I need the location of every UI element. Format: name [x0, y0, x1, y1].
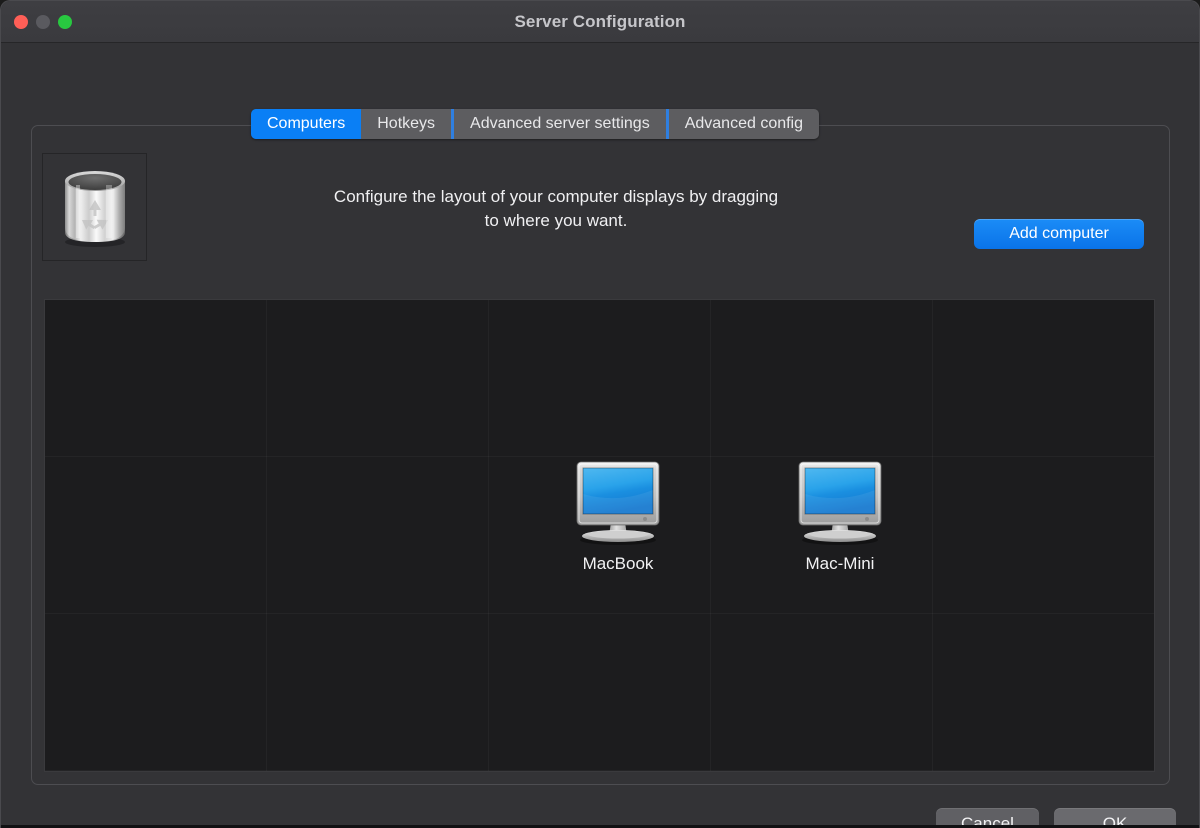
- dialog-footer: Cancel OK: [1, 788, 1199, 828]
- tab-advanced-config[interactable]: Advanced config: [669, 109, 819, 139]
- display-monitor-icon: [558, 460, 678, 546]
- window-title: Server Configuration: [1, 12, 1199, 32]
- tab-hotkeys[interactable]: Hotkeys: [361, 109, 451, 139]
- window-body: Computers Hotkeys Advanced server settin…: [1, 43, 1199, 828]
- instructions-text: Configure the layout of your computer di…: [331, 185, 781, 233]
- title-bar: Server Configuration: [1, 1, 1199, 43]
- add-computer-button[interactable]: Add computer: [974, 219, 1144, 249]
- window-controls: [14, 15, 72, 29]
- tab-advanced-server-settings-label: Advanced server settings: [470, 115, 650, 133]
- display-monitor-icon: [780, 460, 900, 546]
- tab-hotkeys-label: Hotkeys: [377, 115, 435, 133]
- tab-computers[interactable]: Computers: [251, 109, 361, 139]
- computer-node-mac-mini[interactable]: Mac-Mini: [780, 460, 900, 574]
- zoom-button[interactable]: [58, 15, 72, 29]
- tab-bar: Computers Hotkeys Advanced server settin…: [251, 109, 819, 139]
- tab-advanced-config-label: Advanced config: [685, 115, 803, 133]
- server-configuration-window: Server Configuration Computers Hotkeys A…: [0, 0, 1200, 828]
- computer-label: MacBook: [558, 554, 678, 574]
- trash-drop-target[interactable]: [42, 153, 147, 261]
- close-button[interactable]: [14, 15, 28, 29]
- display-layout-canvas[interactable]: MacBook: [44, 299, 1155, 772]
- computer-label: Mac-Mini: [780, 554, 900, 574]
- tab-advanced-server-settings[interactable]: Advanced server settings: [454, 109, 666, 139]
- computer-node-macbook[interactable]: MacBook: [558, 460, 678, 574]
- trash-can-icon: [54, 164, 136, 250]
- tab-computers-label: Computers: [267, 115, 345, 133]
- minimize-button[interactable]: [36, 15, 50, 29]
